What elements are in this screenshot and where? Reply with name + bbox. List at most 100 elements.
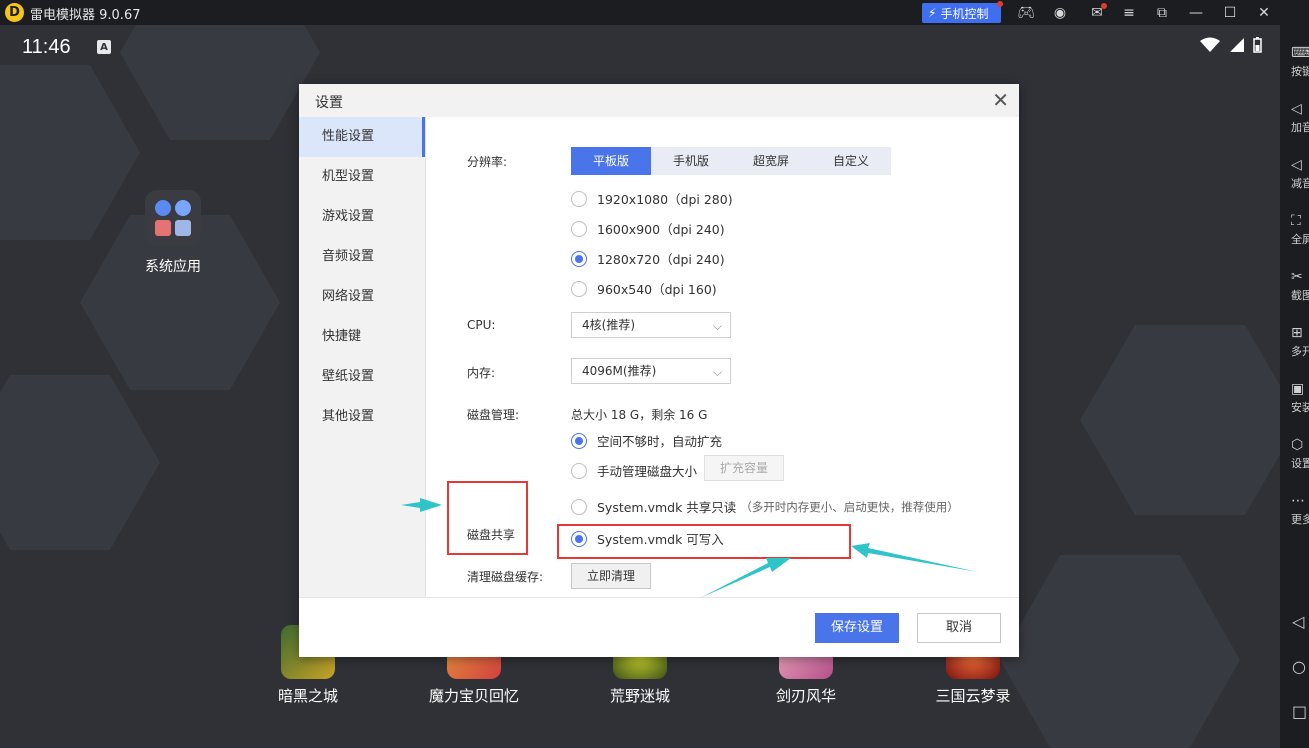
toolbar-more[interactable]: ⋯ 更多 — [1280, 491, 1309, 541]
toolbar-screenshot[interactable]: ✂ 截图 — [1280, 267, 1309, 317]
tab-custom[interactable]: 自定义 — [811, 147, 891, 175]
battery-icon — [1253, 37, 1262, 53]
radio-note: （多开时内存更小、启动更快，推荐使用） — [740, 499, 959, 514]
popout-icon[interactable]: ⧉ — [1152, 3, 1172, 23]
cpu-select[interactable]: 4核(推荐) ⌵ — [571, 312, 731, 338]
toolbar-label: 设置 — [1291, 457, 1309, 470]
toolbar-keys[interactable]: ⌨ 按键 — [1280, 43, 1309, 93]
gamepad-icon[interactable]: 🎮︎ — [1016, 3, 1036, 23]
resolution-option-1600[interactable]: 1600x900（dpi 240) — [571, 219, 725, 238]
radio-circle — [571, 498, 587, 515]
nav-audio[interactable]: 音频设置 — [299, 237, 425, 277]
tab-ultrawide[interactable]: 超宽屏 — [731, 147, 811, 175]
disk-share-readonly-radio[interactable]: System.vmdk 共享只读 （多开时内存更小、启动更快，推荐使用） — [571, 497, 959, 516]
memory-label: 内存: — [467, 366, 496, 380]
wifi-icon — [1200, 37, 1220, 52]
volume-up-icon: ◁ — [1291, 101, 1302, 117]
save-settings-button[interactable]: 保存设置 — [815, 613, 899, 643]
phone-control-label: 手机控制 — [940, 6, 989, 21]
expand-capacity-button[interactable]: 扩充容量 — [704, 455, 784, 481]
notification-icon: A — [97, 40, 111, 54]
tab-tablet[interactable]: 平板版 — [571, 147, 651, 175]
recents-icon[interactable]: □ — [1292, 702, 1307, 721]
disk-auto-expand-radio[interactable]: 空间不够时，自动扩充 — [571, 431, 722, 450]
mail-badge — [1101, 3, 1107, 9]
app-mini-icon — [155, 200, 171, 216]
game-label: 暗黑之城 — [277, 687, 338, 705]
volume-down-icon: ◁ — [1291, 157, 1302, 173]
toolbar-fullscreen[interactable]: ⛶ 全屏 — [1280, 211, 1309, 261]
toolbar-label: 按键 — [1291, 65, 1309, 78]
cancel-button[interactable]: 取消 — [917, 613, 1001, 643]
toolbar-install[interactable]: ▣ 安装 — [1280, 379, 1309, 429]
nav-performance[interactable]: 性能设置 — [299, 117, 425, 157]
cpu-label: CPU: — [467, 318, 496, 332]
apk-icon: ▣ — [1291, 381, 1305, 397]
toolbar-label: 多开 — [1291, 345, 1309, 358]
app-title: 雷电模拟器 9.0.67 — [30, 8, 141, 23]
notification-dot — [997, 1, 1003, 7]
annotation-box-writable — [557, 524, 851, 559]
system-app-folder[interactable] — [145, 190, 201, 246]
game-label: 剑刃风华 — [775, 687, 836, 705]
annotation-box-disk-share — [447, 481, 528, 555]
menu-icon[interactable]: ≡ — [1119, 3, 1139, 23]
bg-hexagon — [0, 375, 160, 550]
nav-game[interactable]: 游戏设置 — [299, 197, 425, 237]
disk-summary: 总大小 18 G，剩余 16 G — [571, 408, 708, 422]
resolution-option-960[interactable]: 960x540（dpi 160) — [571, 279, 717, 298]
game-label: 三国云梦录 — [935, 687, 1011, 705]
resolution-tabs: 平板版 手机版 超宽屏 自定义 — [571, 147, 891, 175]
toolbar-label: 加音 — [1291, 121, 1309, 134]
radio-circle — [571, 190, 587, 207]
memory-select[interactable]: 4096M(推荐) ⌵ — [571, 358, 731, 384]
chevron-down-icon: ⌵ — [712, 319, 722, 333]
nav-network[interactable]: 网络设置 — [299, 277, 425, 317]
back-icon[interactable]: ◁ — [1292, 612, 1304, 631]
resolution-option-1920[interactable]: 1920x1080（dpi 280) — [571, 189, 733, 208]
nav-shortcuts[interactable]: 快捷键 — [299, 317, 425, 357]
bg-hexagon — [0, 65, 140, 240]
home-icon[interactable]: ○ — [1292, 657, 1306, 676]
radio-label: 1280x720（dpi 240) — [597, 252, 725, 267]
radio-circle-selected — [571, 250, 587, 267]
toolbar-label: 更多 — [1291, 513, 1309, 526]
close-icon[interactable]: ✕ — [1254, 3, 1274, 23]
radio-label: 1600x900（dpi 240) — [597, 222, 725, 237]
chevron-down-icon: ⌵ — [712, 365, 722, 379]
memory-value: 4096M(推荐) — [582, 364, 657, 378]
radio-label: 手动管理磁盘大小 — [597, 464, 698, 479]
app-mini-icon — [175, 220, 191, 236]
multi-instance-icon: ⊞ — [1291, 325, 1303, 341]
signal-icon — [1230, 38, 1244, 52]
game-label: 荒野迷城 — [609, 687, 670, 705]
user-icon[interactable]: ◉ — [1050, 3, 1070, 23]
settings-icon: ⬡ — [1291, 437, 1304, 453]
settings-dialog: 设置 ✕ 性能设置 机型设置 游戏设置 音频设置 网络设置 快捷键 壁纸设置 其… — [299, 84, 1019, 657]
system-app-label: 系统应用 — [145, 259, 201, 275]
toolbar-volume-down[interactable]: ◁ 减音 — [1280, 155, 1309, 205]
radio-circle — [571, 462, 587, 479]
nav-model[interactable]: 机型设置 — [299, 157, 425, 197]
tab-phone[interactable]: 手机版 — [651, 147, 731, 175]
toolbar-settings[interactable]: ⬡ 设置 — [1280, 435, 1309, 485]
clear-cache-button[interactable]: 立即清理 — [571, 563, 651, 589]
maximize-icon[interactable]: ☐ — [1220, 3, 1240, 23]
dialog-close-icon[interactable]: ✕ — [992, 88, 1009, 112]
resolution-label: 分辨率: — [467, 155, 508, 169]
nav-wallpaper[interactable]: 壁纸设置 — [299, 357, 425, 397]
radio-circle — [571, 280, 587, 297]
status-time: 11:46 — [22, 36, 71, 58]
cache-label: 清理磁盘缓存: — [467, 570, 544, 584]
nav-other[interactable]: 其他设置 — [299, 397, 425, 437]
dialog-title: 设置 — [315, 95, 343, 111]
settings-nav: 性能设置 机型设置 游戏设置 音频设置 网络设置 快捷键 壁纸设置 其他设置 — [299, 117, 426, 597]
minimize-icon[interactable]: — — [1186, 3, 1206, 23]
toolbar-label: 减音 — [1291, 177, 1309, 190]
phone-control-button[interactable]: ⚡ 手机控制 — [922, 3, 1001, 23]
scissors-icon: ✂ — [1291, 269, 1303, 285]
resolution-option-1280[interactable]: 1280x720（dpi 240) — [571, 249, 725, 268]
disk-manual-radio[interactable]: 手动管理磁盘大小 — [571, 461, 697, 480]
toolbar-volume-up[interactable]: ◁ 加音 — [1280, 99, 1309, 149]
toolbar-multi[interactable]: ⊞ 多开 — [1280, 323, 1309, 373]
